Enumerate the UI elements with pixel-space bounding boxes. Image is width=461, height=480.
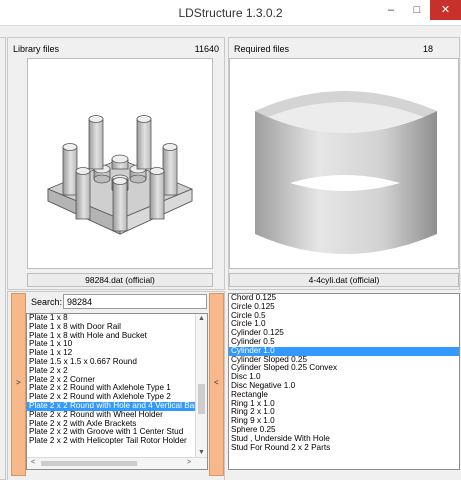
- library-list[interactable]: Plate 1 x 8 Plate 1 x 8 with Door Rail Pla…: [26, 313, 208, 470]
- expand-left-icon: <: [214, 378, 219, 387]
- required-list-item[interactable]: Stud For Round 2 x 2 Parts: [229, 444, 459, 453]
- required-list-item[interactable]: Cylinder 0.125: [229, 329, 459, 338]
- required-header: Required files: [234, 44, 290, 54]
- library-hscroll-thumb[interactable]: [41, 461, 137, 466]
- scroll-left-icon[interactable]: <: [29, 459, 37, 466]
- required-preview[interactable]: [229, 58, 459, 269]
- library-list-item[interactable]: Plate 2 x 2 with Groove with 1 Center St…: [27, 428, 207, 437]
- required-list-item[interactable]: Rectangle: [229, 391, 459, 400]
- splitter-right[interactable]: <: [209, 293, 224, 476]
- library-list-item[interactable]: Plate 2 x 2 Round with Hole and 4 Vertic…: [27, 401, 207, 411]
- maximize-button[interactable]: □: [404, 0, 430, 20]
- library-list-item[interactable]: Plate 2 x 2: [27, 367, 207, 376]
- library-list-item[interactable]: Plate 1 x 8: [27, 314, 207, 323]
- required-list-item[interactable]: Ring 9 x 1.0: [229, 417, 459, 426]
- library-panel: Library files 11640 98284.dat (official): [7, 37, 225, 290]
- required-list-item[interactable]: Circle 1.0: [229, 320, 459, 329]
- library-list-item[interactable]: Plate 1 x 10: [27, 340, 207, 349]
- required-list-item[interactable]: Sphere 0.25: [229, 426, 459, 435]
- required-list-item[interactable]: Ring 1 x 1.0: [229, 400, 459, 409]
- required-caption: 4-4cyli.dat (official): [229, 273, 459, 287]
- scroll-right-icon[interactable]: >: [185, 459, 193, 466]
- required-list-item[interactable]: Disc 1.0: [229, 373, 459, 382]
- library-list-item[interactable]: Plate 2 x 2 Corner: [27, 376, 207, 385]
- search-label: Search:: [31, 297, 63, 307]
- required-panel: Required files 18 4-4cyli.dat (official): [228, 37, 460, 290]
- library-list-item[interactable]: Plate 1 x 12: [27, 349, 207, 358]
- required-list-item[interactable]: Stud , Underside With Hole: [229, 435, 459, 444]
- close-button[interactable]: ✕: [430, 0, 461, 20]
- library-hscrollbar[interactable]: < >: [27, 457, 207, 469]
- required-count: 18: [422, 44, 433, 54]
- left-edge-panel: [0, 37, 6, 480]
- library-list-item[interactable]: Plate 2 x 2 Round with Axlehole Type 1: [27, 384, 207, 393]
- cylinder-render: [255, 91, 437, 254]
- library-list-item[interactable]: Plate 2 x 2 Round with Axlehole Type 2: [27, 393, 207, 402]
- splitter-left[interactable]: >: [11, 293, 26, 476]
- required-list-item[interactable]: Cylinder 1.0: [229, 346, 459, 356]
- required-list-item[interactable]: Circle 0.125: [229, 303, 459, 312]
- scroll-down-icon[interactable]: ▼: [196, 449, 207, 456]
- required-list-item[interactable]: Cylinder Sloped 0.25: [229, 356, 459, 365]
- library-list-item[interactable]: Plate 2 x 2 Round with Wheel Holder: [27, 411, 207, 420]
- scroll-up-icon[interactable]: ▲: [196, 315, 207, 322]
- library-list-item[interactable]: Plate 2 x 2 with Helicopter Tail Rotor H…: [27, 437, 207, 446]
- required-list-item[interactable]: Cylinder 0.5: [229, 338, 459, 347]
- library-preview[interactable]: [27, 58, 213, 269]
- library-caption: 98284.dat (official): [27, 273, 213, 287]
- library-header: Library files: [13, 44, 60, 54]
- library-list-item[interactable]: Plate 1 x 8 with Door Rail: [27, 323, 207, 332]
- required-list-item[interactable]: Cylinder Sloped 0.25 Convex: [229, 364, 459, 373]
- library-list-item[interactable]: Plate 1 x 8 with Hole and Bucket: [27, 332, 207, 341]
- expand-right-icon: >: [16, 378, 21, 387]
- search-input[interactable]: [63, 294, 207, 309]
- part-98284-render: [47, 115, 193, 235]
- title-bar: LDStructure 1.3.0.2 – □ ✕: [0, 0, 461, 26]
- required-list[interactable]: Chord 0.125 Circle 0.125 Circle 0.5 Circle …: [228, 293, 460, 470]
- library-list-item[interactable]: Plate 1.5 x 1.5 x 0.667 Round: [27, 358, 207, 367]
- required-list-item[interactable]: Circle 0.5: [229, 312, 459, 321]
- library-list-item[interactable]: Plate 2 x 2 with Axle Brackets: [27, 420, 207, 429]
- required-list-item[interactable]: Chord 0.125: [229, 294, 459, 303]
- library-vscrollbar[interactable]: ▲ ▼: [195, 314, 207, 457]
- minimize-button[interactable]: –: [378, 0, 404, 20]
- required-list-item[interactable]: Ring 2 x 1.0: [229, 408, 459, 417]
- library-count: 11640: [194, 44, 219, 54]
- library-vscroll-thumb[interactable]: [198, 384, 205, 414]
- required-list-item[interactable]: Disc Negative 1.0: [229, 382, 459, 391]
